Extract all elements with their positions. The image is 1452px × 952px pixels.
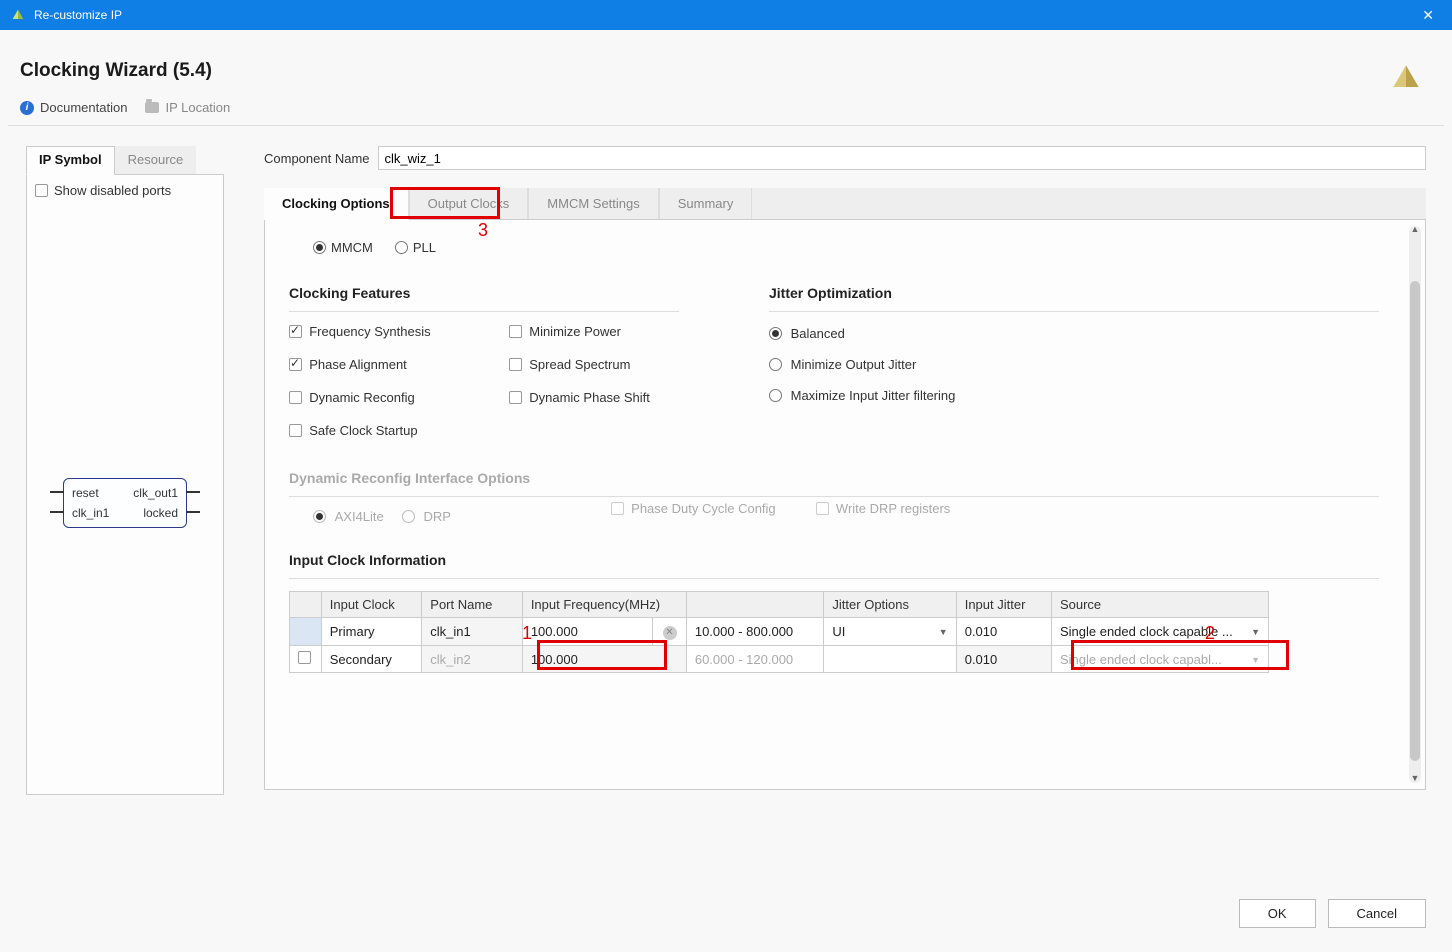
- row-selector[interactable]: [290, 618, 322, 646]
- checkbox-icon: [611, 502, 624, 515]
- dynamic-phase-shift-checkbox[interactable]: Dynamic Phase Shift: [509, 390, 679, 405]
- titlebar: Re-customize IP ✕: [0, 0, 1452, 30]
- cell-port: clk_in2: [422, 646, 523, 673]
- radio-icon: [769, 358, 782, 371]
- page-title: Clocking Wizard (5.4): [8, 38, 1444, 94]
- axi4lite-radio: AXI4Lite: [313, 509, 384, 524]
- checkbox-icon: [509, 391, 522, 404]
- jitter-balanced-radio[interactable]: Balanced: [769, 326, 1379, 341]
- dropdown-icon: ▼: [1251, 627, 1260, 637]
- dynamic-reconfig-checkbox[interactable]: Dynamic Reconfig: [289, 390, 459, 405]
- primitive-mmcm-radio[interactable]: MMCM: [313, 240, 373, 255]
- checkbox-icon: [289, 424, 302, 437]
- radio-icon: [769, 327, 782, 340]
- component-name-label: Component Name: [264, 151, 370, 166]
- checkbox-icon: [289, 325, 302, 338]
- scroll-up-icon[interactable]: ▲: [1409, 224, 1421, 236]
- col-input-freq: Input Frequency(MHz): [522, 592, 686, 618]
- toolbar: i Documentation IP Location: [8, 94, 1444, 126]
- tab-summary[interactable]: Summary: [659, 188, 753, 219]
- documentation-link[interactable]: i Documentation: [20, 100, 127, 115]
- dynamic-reconfig-title: Dynamic Reconfig Interface Options: [289, 470, 1379, 486]
- cancel-button[interactable]: Cancel: [1328, 899, 1426, 928]
- table-row: Secondary clk_in2 100.000 60.000 - 120.0…: [290, 646, 1269, 673]
- checkbox-icon: [298, 651, 311, 664]
- cell-source: Single ended clock capabl... ▼: [1051, 646, 1268, 673]
- spread-spectrum-checkbox[interactable]: Spread Spectrum: [509, 357, 679, 372]
- col-range: [686, 592, 824, 618]
- checkbox-icon: [289, 358, 302, 371]
- show-disabled-ports-checkbox[interactable]: Show disabled ports: [35, 183, 215, 198]
- ok-button[interactable]: OK: [1239, 899, 1316, 928]
- folder-icon: [145, 102, 159, 113]
- radio-icon: [313, 241, 326, 254]
- cell-jitter-opt: [824, 646, 956, 673]
- jitter-max-input-radio[interactable]: Maximize Input Jitter filtering: [769, 388, 1379, 403]
- col-source: Source: [1051, 592, 1268, 618]
- clear-freq-icon[interactable]: ✕: [653, 618, 687, 646]
- checkbox-icon: [289, 391, 302, 404]
- cell-source[interactable]: Single ended clock capable ... ▼: [1051, 618, 1268, 646]
- jitter-min-output-radio[interactable]: Minimize Output Jitter: [769, 357, 1379, 372]
- tab-clocking-options[interactable]: Clocking Options: [264, 188, 409, 220]
- input-clock-table: Input Clock Port Name Input Frequency(MH…: [289, 591, 1269, 673]
- scrollbar[interactable]: ▲ ▼: [1409, 226, 1421, 783]
- cell-secondary: Secondary: [321, 646, 422, 673]
- scroll-down-icon[interactable]: ▼: [1409, 773, 1421, 785]
- primitive-pll-radio[interactable]: PLL: [395, 240, 436, 255]
- cell-range: 60.000 - 120.000: [686, 646, 824, 673]
- drp-radio: DRP: [402, 509, 451, 524]
- col-input-clock: Input Clock: [321, 592, 422, 618]
- phase-duty-cycle-checkbox: Phase Duty Cycle Config: [611, 501, 776, 516]
- input-clock-info-title: Input Clock Information: [289, 552, 1379, 568]
- ip-symbol-diagram: reset clk_out1 clk_in1 locked: [35, 478, 215, 528]
- tab-ip-symbol[interactable]: IP Symbol: [26, 146, 115, 175]
- cell-range: 10.000 - 800.000: [686, 618, 824, 646]
- cell-primary: Primary: [321, 618, 422, 646]
- minimize-power-checkbox[interactable]: Minimize Power: [509, 324, 679, 339]
- cell-port[interactable]: clk_in1: [422, 618, 523, 646]
- safe-clock-startup-checkbox[interactable]: Safe Clock Startup: [289, 423, 459, 438]
- cell-freq[interactable]: 100.000: [522, 618, 652, 646]
- scrollbar-thumb[interactable]: [1410, 281, 1420, 761]
- checkbox-icon: [509, 325, 522, 338]
- cell-jitter[interactable]: 0.010: [956, 618, 1051, 646]
- cell-freq: 100.000: [522, 646, 686, 673]
- info-icon: i: [20, 101, 34, 115]
- dropdown-icon: ▼: [1251, 655, 1260, 665]
- col-jitter-options: Jitter Options: [824, 592, 956, 618]
- tab-output-clocks[interactable]: Output Clocks: [409, 188, 529, 219]
- checkbox-icon: [509, 358, 522, 371]
- checkbox-icon: [35, 184, 48, 197]
- port-reset: reset: [72, 486, 99, 500]
- component-name-input[interactable]: [378, 146, 1427, 170]
- close-icon[interactable]: ✕: [1414, 7, 1442, 24]
- checkbox-icon: [816, 502, 829, 515]
- radio-icon: [313, 510, 326, 523]
- port-clk-out1: clk_out1: [133, 486, 178, 500]
- dropdown-icon: ▼: [939, 627, 948, 637]
- port-locked: locked: [143, 506, 178, 520]
- tab-mmcm-settings[interactable]: MMCM Settings: [528, 188, 658, 219]
- table-row: Primary clk_in1 100.000 ✕ 10.000 - 800.0…: [290, 618, 1269, 646]
- cell-jitter-opt[interactable]: UI ▼: [824, 618, 956, 646]
- radio-icon: [395, 241, 408, 254]
- freq-synth-checkbox[interactable]: Frequency Synthesis: [289, 324, 459, 339]
- clocking-features-title: Clocking Features: [289, 285, 679, 301]
- ip-location-link[interactable]: IP Location: [145, 100, 230, 115]
- col-input-jitter: Input Jitter: [956, 592, 1051, 618]
- cell-jitter: 0.010: [956, 646, 1051, 673]
- port-clk-in1: clk_in1: [72, 506, 109, 520]
- vendor-logo-icon: [1388, 60, 1424, 96]
- radio-icon: [769, 389, 782, 402]
- window-title: Re-customize IP: [34, 8, 1414, 22]
- secondary-enable-checkbox[interactable]: [290, 646, 322, 673]
- radio-icon: [402, 510, 415, 523]
- tab-resource[interactable]: Resource: [115, 146, 197, 174]
- col-port-name: Port Name: [422, 592, 523, 618]
- jitter-optimization-title: Jitter Optimization: [769, 285, 1379, 301]
- write-drp-checkbox: Write DRP registers: [816, 501, 951, 516]
- app-logo-icon: [10, 7, 26, 23]
- phase-align-checkbox[interactable]: Phase Alignment: [289, 357, 459, 372]
